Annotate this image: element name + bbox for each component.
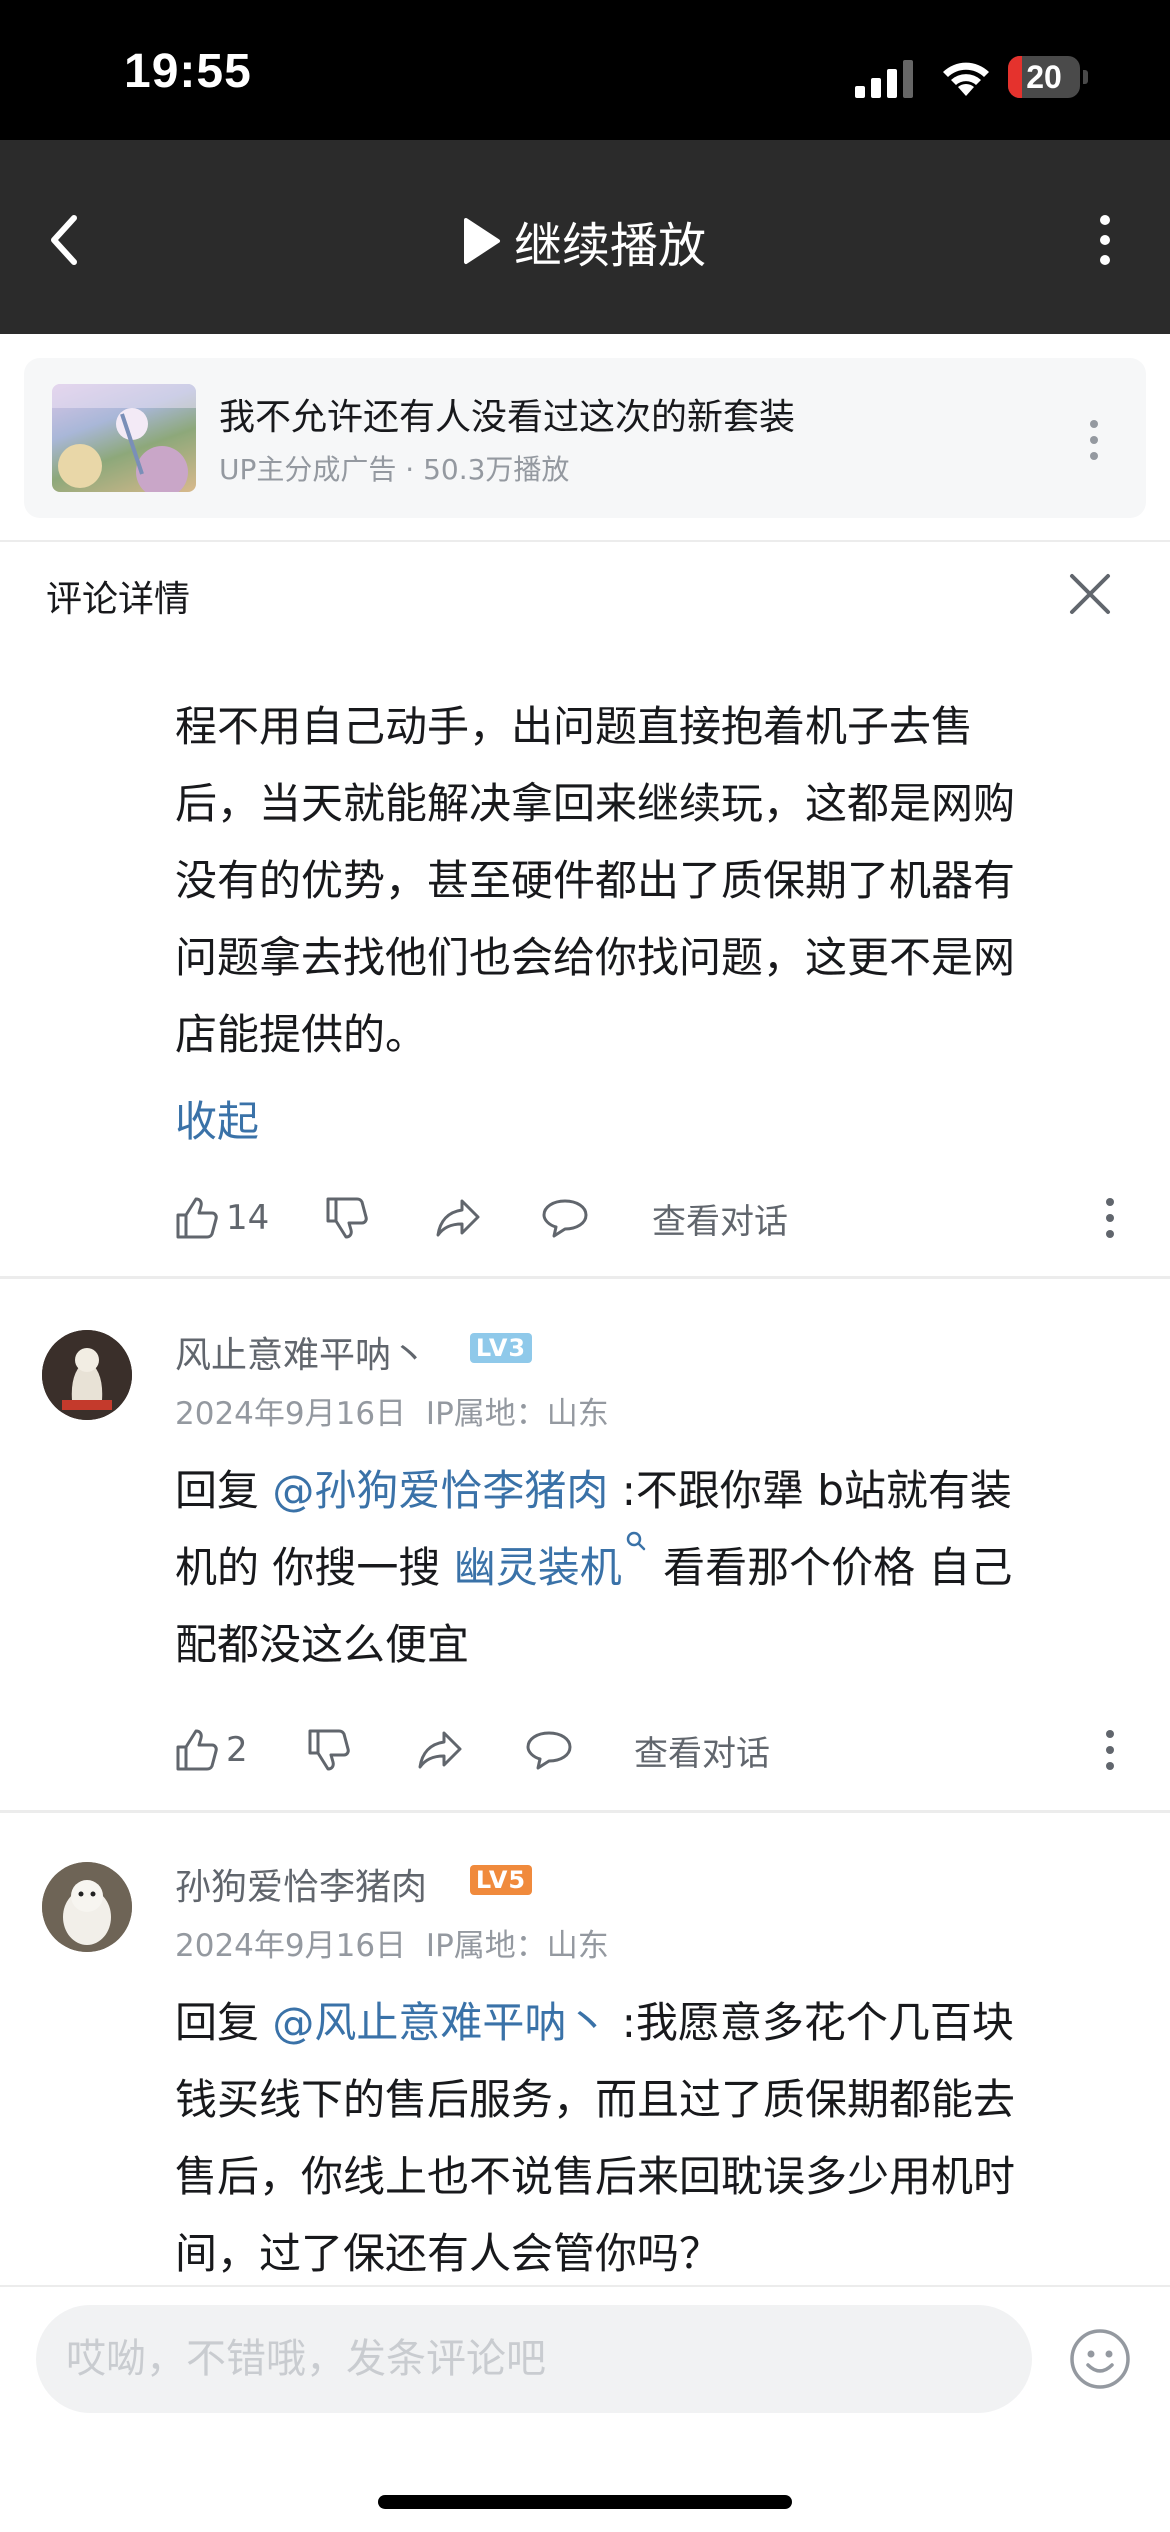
comment-line: 店能提供的。 bbox=[175, 1010, 428, 1059]
signal-icon bbox=[855, 60, 913, 98]
username[interactable]: 孙狗爱恰李猪肉 bbox=[175, 1858, 427, 1910]
battery-icon: 20 bbox=[1008, 56, 1088, 98]
comment-more-icon[interactable] bbox=[1102, 1726, 1118, 1774]
comment-input-bar bbox=[0, 2285, 1170, 2532]
share-icon bbox=[418, 1731, 462, 1769]
comment-text: 看看那个价格 自己 bbox=[649, 1543, 1013, 1592]
reply-button[interactable] bbox=[540, 1190, 590, 1246]
ad-more-icon[interactable] bbox=[1084, 418, 1104, 462]
close-icon[interactable] bbox=[1066, 570, 1114, 618]
reply-button[interactable] bbox=[524, 1722, 574, 1778]
search-link-label: 幽灵装机 bbox=[453, 1543, 622, 1592]
comment-body: 回复 @孙狗爱恰李猪肉 :不跟你犟 b站就有装 机的 你搜一搜 幽灵装机 看看那… bbox=[175, 1452, 1105, 1683]
view-dialog-link[interactable]: 查看对话 bbox=[652, 1190, 788, 1246]
comment-ip: IP属地：山东 bbox=[425, 1928, 609, 1964]
reply-prefix: 回复 bbox=[175, 1466, 273, 1515]
view-dialog-label: 查看对话 bbox=[634, 1733, 770, 1774]
reply-prefix: 回复 bbox=[175, 1998, 273, 2047]
comment-line: 没有的优势，甚至硬件都出了质保期了机器有 bbox=[175, 856, 1016, 905]
comment-actions: 14 查看对话 bbox=[172, 1190, 1132, 1246]
comment-text: 售后，你线上也不说售后来回耽误多少用机时 bbox=[175, 2152, 1016, 2201]
back-icon[interactable] bbox=[40, 210, 90, 270]
like-count: 2 bbox=[226, 1730, 248, 1770]
divider bbox=[0, 540, 1170, 542]
view-dialog-label: 查看对话 bbox=[652, 1201, 788, 1242]
play-icon bbox=[464, 218, 500, 264]
comment-text: 配都没这么便宜 bbox=[175, 1620, 470, 1669]
wifi-icon bbox=[943, 62, 989, 96]
avatar[interactable] bbox=[42, 1862, 132, 1952]
mention-link[interactable]: @孙狗爱恰李猪肉 bbox=[272, 1466, 608, 1515]
status-bar: 19:55 20 bbox=[0, 0, 1170, 140]
continue-play-button[interactable]: 继续播放 bbox=[460, 206, 706, 276]
username[interactable]: 风止意难平呐丶 bbox=[175, 1326, 427, 1378]
mention-link[interactable]: @风止意难平呐丶 bbox=[272, 1998, 608, 2047]
share-button[interactable] bbox=[416, 1722, 464, 1778]
more-icon[interactable] bbox=[1090, 210, 1120, 270]
thumb-down-icon bbox=[326, 1197, 368, 1239]
emoji-icon[interactable] bbox=[1068, 2327, 1132, 2391]
battery-percent: 20 bbox=[1026, 59, 1062, 95]
comment-list[interactable]: 程不用自己动手，出问题直接抱着机子去售 后，当天就能解决拿回来继续玩，这都是网购… bbox=[0, 630, 1170, 2285]
share-button[interactable] bbox=[434, 1190, 482, 1246]
comment-more-icon[interactable] bbox=[1102, 1194, 1118, 1242]
panel-title: 评论详情 bbox=[46, 579, 191, 620]
comment-text: :不跟你犟 b站就有装 bbox=[608, 1466, 1012, 1515]
comment-meta: 2024年9月16日 IP属地：山东 bbox=[175, 1920, 609, 1965]
comment-text: 钱买线下的售后服务，而且过了质保期都能去 bbox=[175, 2075, 1016, 2124]
comment-bubble-icon bbox=[526, 1731, 572, 1770]
comment-input[interactable] bbox=[36, 2305, 1032, 2413]
continue-play-label: 继续播放 bbox=[514, 218, 707, 274]
comment-date: 2024年9月16日 bbox=[175, 1928, 407, 1964]
comment-text: 机的 你搜一搜 bbox=[175, 1543, 454, 1592]
like-button[interactable]: 2 bbox=[174, 1722, 248, 1778]
comment-date: 2024年9月16日 bbox=[175, 1396, 407, 1432]
share-icon bbox=[436, 1199, 480, 1237]
level-badge: LV5 bbox=[470, 1865, 532, 1895]
ad-subtitle: UP主分成广告 · 50.3万播放 bbox=[219, 453, 570, 486]
comment-actions: 2 查看对话 bbox=[172, 1722, 1132, 1778]
comment-text: 间，过了保还有人会管你吗？ bbox=[175, 2229, 722, 2278]
comment-line: 程不用自己动手，出问题直接抱着机子去售 bbox=[175, 702, 974, 751]
divider bbox=[0, 1810, 1170, 1813]
comment-line: 后，当天就能解决拿回来继续玩，这都是网购 bbox=[175, 779, 1016, 828]
view-dialog-link[interactable]: 查看对话 bbox=[634, 1722, 770, 1778]
thumb-down-icon bbox=[308, 1729, 350, 1771]
comment-body: 程不用自己动手，出问题直接抱着机子去售 后，当天就能解决拿回来继续玩，这都是网购… bbox=[175, 688, 1105, 1073]
dislike-button[interactable] bbox=[324, 1190, 370, 1246]
like-count: 14 bbox=[226, 1198, 270, 1238]
ad-card[interactable]: 我不允许还有人没看过这次的新套装 UP主分成广告 · 50.3万播放 bbox=[24, 358, 1146, 518]
comment-body: 回复 @风止意难平呐丶 :我愿意多花个几百块 钱买线下的售后服务，而且过了质保期… bbox=[175, 1984, 1105, 2285]
thumb-up-icon bbox=[176, 1729, 218, 1771]
home-indicator bbox=[378, 2495, 792, 2509]
ad-title: 我不允许还有人没看过这次的新套装 bbox=[219, 397, 796, 438]
avatar[interactable] bbox=[42, 1330, 132, 1420]
search-icon bbox=[626, 1531, 645, 1551]
ad-thumbnail bbox=[52, 384, 196, 492]
thumb-up-icon bbox=[176, 1197, 218, 1239]
level-badge: LV3 bbox=[470, 1333, 532, 1363]
dislike-button[interactable] bbox=[306, 1722, 352, 1778]
comment-ip: IP属地：山东 bbox=[425, 1396, 609, 1432]
divider bbox=[0, 1276, 1170, 1279]
video-header: 继续播放 bbox=[0, 140, 1170, 334]
like-button[interactable]: 14 bbox=[174, 1190, 269, 1246]
search-link[interactable]: 幽灵装机 bbox=[453, 1531, 650, 1592]
comment-line: 问题拿去找他们也会给你找问题，这更不是网 bbox=[175, 933, 1016, 982]
collapse-link[interactable]: 收起 bbox=[175, 1088, 259, 1149]
comment-meta: 2024年9月16日 IP属地：山东 bbox=[175, 1388, 609, 1433]
comment-text: :我愿意多花个几百块 bbox=[608, 1998, 1014, 2047]
status-time: 19:55 bbox=[124, 45, 252, 98]
comment-bubble-icon bbox=[542, 1199, 588, 1238]
